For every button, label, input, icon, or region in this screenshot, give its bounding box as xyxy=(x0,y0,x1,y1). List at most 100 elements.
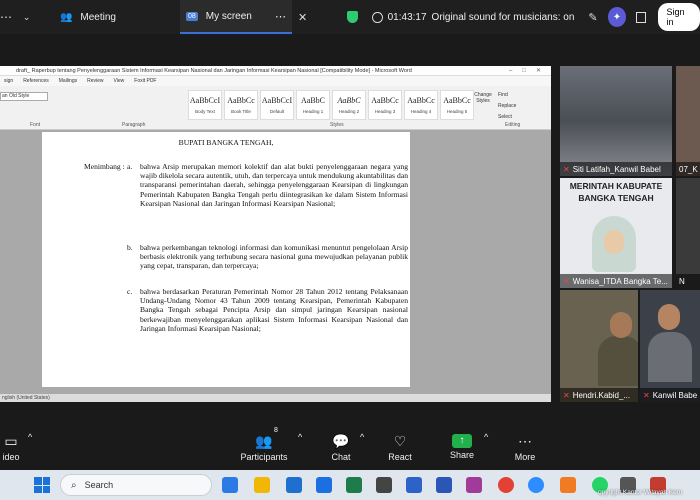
clause-text: bahwa berdasarkan Peraturan Pemerintah N… xyxy=(140,287,408,333)
chrome-icon[interactable] xyxy=(498,477,514,493)
muted-mic-icon: ✕ xyxy=(563,276,570,286)
menu-item[interactable]: Mailings xyxy=(59,78,77,84)
chat-label: Chat xyxy=(331,452,351,462)
app-icon[interactable] xyxy=(376,477,392,493)
chat-options-chevron-icon[interactable]: ^ xyxy=(360,432,364,442)
participant-tile[interactable]: N xyxy=(676,178,700,288)
muted-mic-icon: ✕ xyxy=(643,390,650,400)
menu-item[interactable]: View xyxy=(114,78,125,84)
clause-text: bahwa Arsip merupakan memori kolektif da… xyxy=(140,162,408,208)
participant-figure xyxy=(598,336,638,386)
word-status-bar: nglish (United States) xyxy=(0,394,551,402)
style-sample: AaBbCcI xyxy=(189,96,221,105)
chevron-down-icon[interactable]: ⌄ xyxy=(23,12,31,23)
style-heading-3[interactable]: AaBbCc Heading 3 xyxy=(368,90,402,120)
participants-button[interactable]: 👥 Participants xyxy=(236,432,292,462)
replace-button[interactable]: Replace xyxy=(498,101,516,112)
menu-item[interactable]: Review xyxy=(87,78,103,84)
outlook-icon[interactable] xyxy=(286,477,302,493)
muted-mic-icon: ✕ xyxy=(563,390,570,400)
more-button[interactable]: ⋯ More xyxy=(510,432,540,462)
style-body-text[interactable]: AaBbCcI Body Text xyxy=(188,90,222,120)
style-default[interactable]: AaBbCcI Default xyxy=(260,90,294,120)
document-page[interactable]: BUPATI BANGKA TENGAH, Menimbang : a. bah… xyxy=(42,132,410,387)
video-label: ideo xyxy=(2,452,20,462)
clause-label: b. xyxy=(127,243,133,252)
tab-meeting[interactable]: 👥 Meeting xyxy=(54,0,122,34)
clock-icon xyxy=(372,11,383,23)
participant-tile[interactable]: ✕ Hendri.Kabid_... xyxy=(560,290,638,402)
participant-face xyxy=(610,312,632,338)
edge-icon[interactable] xyxy=(222,477,238,493)
participant-tile[interactable]: ✕ Siti Latifah_Kanwil Babel xyxy=(560,66,672,176)
original-sound-status[interactable]: Original sound for musicians: on xyxy=(432,12,575,23)
close-icon[interactable]: ✕ xyxy=(298,11,307,24)
change-styles-button[interactable]: Change Styles xyxy=(472,92,494,104)
participant-name: Kanwil Babe xyxy=(652,390,698,400)
react-label: React xyxy=(388,452,412,462)
style-sample: AaBbC xyxy=(301,96,325,105)
font-name-select[interactable]: an Old Style xyxy=(0,92,48,101)
word-icon[interactable] xyxy=(316,477,332,493)
style-sample: AaBbCcI xyxy=(261,96,293,105)
layout-grid-icon[interactable] xyxy=(636,11,647,23)
menu-item[interactable]: sign xyxy=(4,78,13,84)
clause-a: a. bahwa Arsip merupakan memori kolektif… xyxy=(127,162,408,208)
copyright-watermark: opyright Kantor Wilayah Kem xyxy=(598,489,683,496)
taskbar-search[interactable]: ⌕ Search xyxy=(60,474,212,496)
zoom-icon[interactable] xyxy=(528,477,544,493)
participant-name-bar: 07_K xyxy=(676,162,700,176)
share-button[interactable]: ↑ Share xyxy=(446,432,478,460)
video-button[interactable]: ▭ ideo xyxy=(0,432,22,462)
app-icon[interactable] xyxy=(560,477,576,493)
ai-companion-icon[interactable]: ✦ xyxy=(607,7,627,27)
participant-name-bar: ✕ Siti Latifah_Kanwil Babel xyxy=(560,162,672,176)
app-icon[interactable] xyxy=(466,477,482,493)
document-heading: BUPATI BANGKA TENGAH, xyxy=(178,138,274,147)
tab-meeting-label: Meeting xyxy=(80,11,116,23)
file-explorer-icon[interactable] xyxy=(254,477,270,493)
participant-tile[interactable]: ✕ Kanwil Babe xyxy=(640,290,700,402)
participant-name-bar: ✕ Hendri.Kabid_... xyxy=(560,388,638,402)
sign-in-button[interactable]: Sign in xyxy=(658,3,700,31)
participant-tile[interactable]: MERINTAH KABUPATE BANGKA TENGAH ✕ Wanisa_… xyxy=(560,178,672,288)
annotate-icon[interactable]: ✎ xyxy=(588,11,597,24)
react-button[interactable]: ♡ React xyxy=(384,432,416,462)
style-heading-4[interactable]: AaBbCc Heading 4 xyxy=(404,90,438,120)
style-sample: AaBbCc xyxy=(227,96,255,105)
windows-start-icon[interactable] xyxy=(34,477,50,493)
chat-button[interactable]: 💬 Chat xyxy=(326,432,356,462)
participant-name: 07_K xyxy=(679,164,698,174)
style-heading-1[interactable]: AaBbC Heading 1 xyxy=(296,90,330,120)
window-controls[interactable]: –□✕ xyxy=(509,67,551,74)
group-editing-label: Editing xyxy=(505,122,521,128)
security-shield-icon[interactable] xyxy=(347,11,359,23)
docs-icon[interactable] xyxy=(406,477,422,493)
style-heading-5[interactable]: AaBbCc Heading 5 xyxy=(440,90,474,120)
participant-figure xyxy=(648,332,692,382)
excel-icon[interactable] xyxy=(346,477,362,493)
heart-icon: ♡ xyxy=(393,433,407,449)
menu-item[interactable]: Foxit PDF xyxy=(134,78,156,84)
tab-my-screen[interactable]: 08 My screen ⋯ xyxy=(179,0,292,34)
share-options-chevron-icon[interactable]: ^ xyxy=(484,432,488,442)
menu-item[interactable]: References xyxy=(23,78,49,84)
find-button[interactable]: Find xyxy=(498,90,516,101)
more-icon[interactable]: ⋯ xyxy=(0,10,15,24)
clause-text: bahwa perkembangan teknologi informasi d… xyxy=(140,243,408,271)
language-status[interactable]: nglish (United States) xyxy=(2,395,50,401)
tab-options-icon[interactable]: ⋯ xyxy=(275,10,286,23)
style-book-title[interactable]: AaBbCc Book Title xyxy=(224,90,258,120)
shared-screen: draft_ Raperbup tentang Penyelenggaraan … xyxy=(0,66,551,402)
video-options-chevron-icon[interactable]: ^ xyxy=(28,432,32,442)
participants-options-chevron-icon[interactable]: ^ xyxy=(298,432,302,442)
word-doc-icon[interactable] xyxy=(436,477,452,493)
document-canvas[interactable]: BUPATI BANGKA TENGAH, Menimbang : a. bah… xyxy=(0,130,551,394)
participant-name: N xyxy=(679,276,685,286)
style-name: Heading 2 xyxy=(338,109,360,114)
style-heading-2[interactable]: AaBbC Heading 2 xyxy=(332,90,366,120)
participant-tile[interactable]: 07_K xyxy=(676,66,700,176)
style-name: Default xyxy=(269,109,285,114)
tile-banner-text: MERINTAH KABUPATE BANGKA TENGAH xyxy=(569,181,663,203)
style-sample: AaBbCc xyxy=(371,96,399,105)
